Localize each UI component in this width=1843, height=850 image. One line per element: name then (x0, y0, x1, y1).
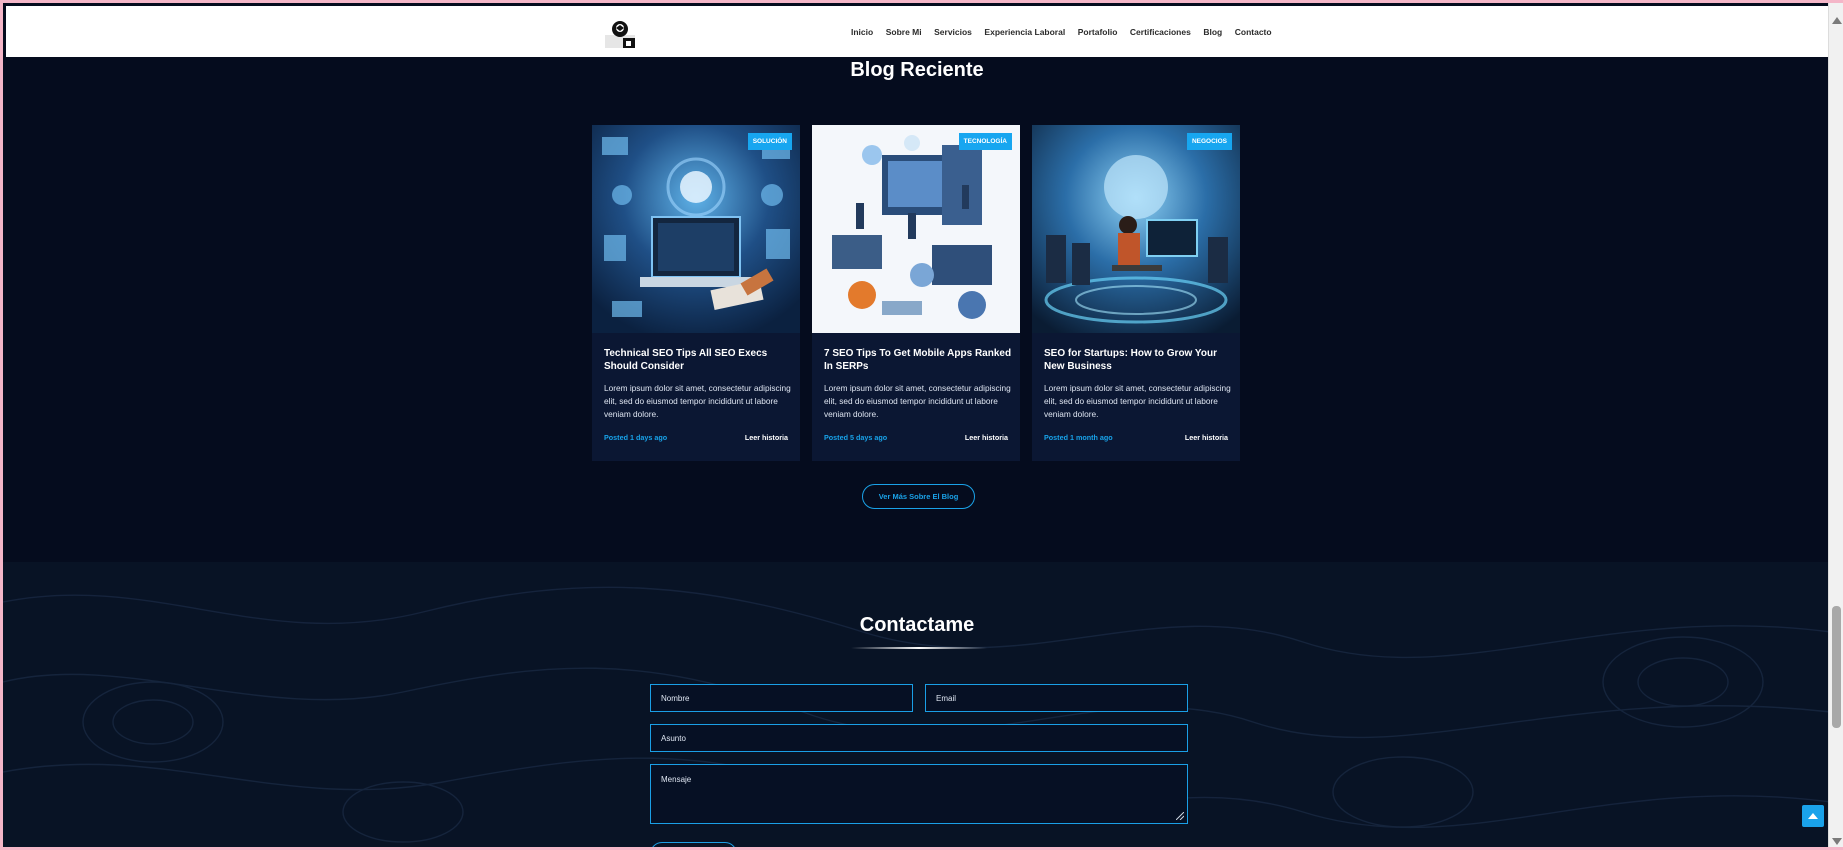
blog-card-title[interactable]: SEO for Startups: How to Grow Your New B… (1044, 347, 1234, 373)
read-story-link[interactable]: Leer historia (1185, 433, 1228, 442)
read-story-link[interactable]: Leer historia (965, 433, 1008, 442)
blog-card-title[interactable]: 7 SEO Tips To Get Mobile Apps Ranked In … (824, 347, 1014, 373)
nav-link-servicios[interactable]: Servicios (934, 27, 972, 37)
blog-card-excerpt: Lorem ipsum dolor sit amet, consectetur … (1044, 383, 1231, 419)
nav-link-blog[interactable]: Blog (1203, 27, 1222, 37)
nav-link-certificaciones[interactable]: Certificaciones (1130, 27, 1191, 37)
email-input[interactable] (925, 684, 1188, 712)
contact-section-title: Contactame (859, 614, 975, 636)
nav-link-experiencia[interactable]: Experiencia Laboral (984, 27, 1065, 37)
blog-card[interactable]: TECNOLOGÍA 7 SEO Tips To Get Mobile Apps… (812, 125, 1020, 461)
blog-card-title[interactable]: Technical SEO Tips All SEO Execs Should … (604, 347, 794, 373)
nav-link-inicio[interactable]: Inicio (851, 27, 873, 37)
name-input[interactable] (650, 684, 913, 712)
read-story-link[interactable]: Leer historia (745, 433, 788, 442)
scroll-down-arrow-icon[interactable] (1832, 838, 1842, 845)
scroll-thumb[interactable] (1832, 606, 1841, 728)
see-more-blog-button[interactable]: Ver Más Sobre El Blog (862, 484, 975, 509)
send-button[interactable] (650, 842, 737, 847)
nav-link-portafolio[interactable]: Portafolio (1078, 27, 1118, 37)
blog-card-date: Posted 1 month ago (1044, 433, 1113, 442)
nav-link-contacto[interactable]: Contacto (1235, 27, 1272, 37)
blog-card-image[interactable]: TECNOLOGÍA (812, 125, 1020, 333)
site-logo[interactable] (603, 18, 637, 48)
page-frame: Inicio Sobre Mi Servicios Experiencia La… (0, 0, 1843, 850)
subject-input[interactable] (650, 724, 1188, 752)
nav-menu: Inicio Sobre Mi Servicios Experiencia La… (851, 27, 1284, 37)
back-to-top-button[interactable] (1802, 805, 1824, 827)
page-scrollbar[interactable] (1828, 3, 1843, 847)
blog-card-excerpt: Lorem ipsum dolor sit amet, consectetur … (824, 383, 1011, 419)
nav-link-sobre-mi[interactable]: Sobre Mi (886, 27, 922, 37)
message-textarea[interactable]: Mensaje (650, 764, 1188, 824)
message-placeholder: Mensaje (661, 775, 692, 784)
title-divider (851, 647, 987, 649)
category-badge[interactable]: TECNOLOGÍA (958, 133, 1012, 150)
blog-section-title: Blog Reciente (850, 59, 984, 81)
category-badge[interactable]: SOLUCIÓN (747, 133, 792, 150)
blog-card-date: Posted 5 days ago (824, 433, 888, 442)
blog-card[interactable]: SOLUCIÓN Technical SEO Tips All SEO Exec… (592, 125, 800, 461)
arrow-up-icon (1808, 813, 1818, 819)
blog-card-image[interactable]: NEGOCIOS (1032, 125, 1240, 333)
scroll-up-arrow-icon[interactable] (1832, 17, 1842, 24)
resize-handle-icon[interactable] (1176, 812, 1184, 820)
blog-card[interactable]: NEGOCIOS SEO for Startups: How to Grow Y… (1032, 125, 1240, 461)
category-badge[interactable]: NEGOCIOS (1186, 133, 1232, 150)
blog-card-date: Posted 1 days ago (604, 433, 668, 442)
top-navbar: Inicio Sobre Mi Servicios Experiencia La… (6, 6, 1831, 57)
blog-card-image[interactable]: SOLUCIÓN (592, 125, 800, 333)
blog-card-excerpt: Lorem ipsum dolor sit amet, consectetur … (604, 383, 791, 419)
